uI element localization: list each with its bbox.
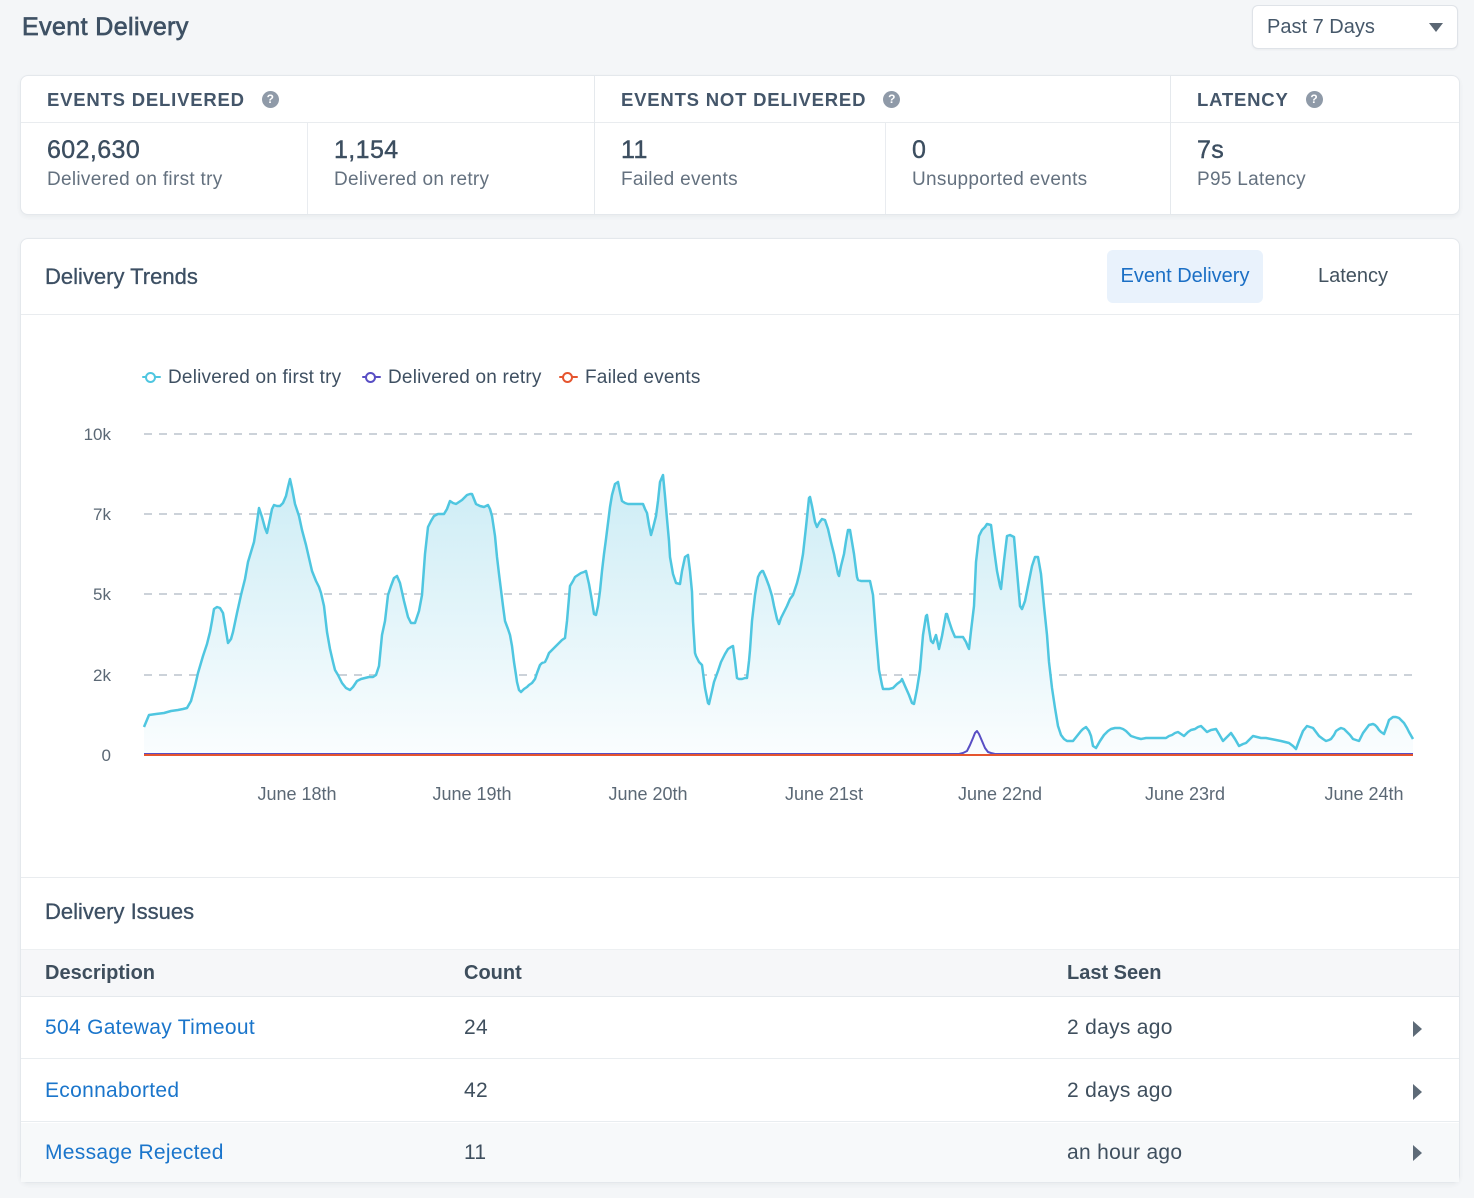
svg-text:7k: 7k <box>93 505 111 524</box>
svg-text:June 23rd: June 23rd <box>1145 784 1225 804</box>
svg-text:5k: 5k <box>93 585 111 604</box>
svg-text:June 24th: June 24th <box>1324 784 1403 804</box>
svg-text:June 20th: June 20th <box>608 784 687 804</box>
svg-text:2k: 2k <box>93 666 111 685</box>
svg-text:10k: 10k <box>84 425 112 444</box>
svg-text:June 21st: June 21st <box>785 784 863 804</box>
svg-text:June 22nd: June 22nd <box>958 784 1042 804</box>
svg-text:June 19th: June 19th <box>432 784 511 804</box>
svg-text:0: 0 <box>102 746 111 765</box>
svg-text:June 18th: June 18th <box>257 784 336 804</box>
